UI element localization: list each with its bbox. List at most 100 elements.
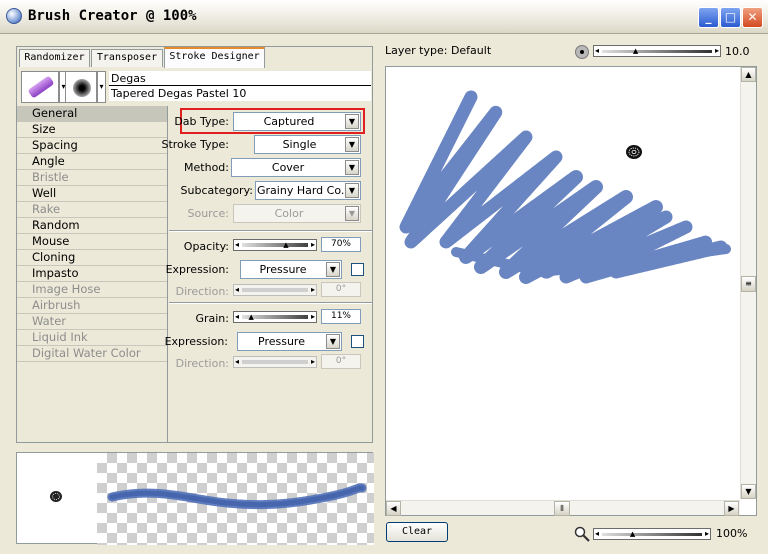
stroke-type-row: Stroke Type: Single ▼ [161,135,372,155]
layer-type-label: Layer type: Default [385,44,492,57]
grain-expression-label: Expression: [164,335,228,348]
source-value: Color [274,207,304,220]
category-item-water: Water [17,314,167,330]
app-icon [6,8,22,24]
stroke-type-select[interactable]: Single ▼ [254,135,361,154]
brush-category-name[interactable]: Degas [109,71,371,86]
grain-direction-row: Direction: ◂ ▸ 0° [169,354,372,374]
chevron-down-icon[interactable]: ▼ [345,183,359,198]
opacity-expression-value: Pressure [259,263,307,276]
chevron-down-icon[interactable]: ▼ [345,160,359,175]
section-divider [169,230,372,232]
category-item-rake: Rake [17,202,167,218]
brush-settings-panel: Randomizer Transposer Stroke Designer ▾ … [16,46,373,443]
opacity-row: Opacity: ◂ ▲ ▸ 70% [169,237,372,257]
brush-category-icon[interactable] [21,71,59,103]
tab-stroke-designer[interactable]: Stroke Designer [164,47,265,68]
category-item-image-hose: Image Hose [17,282,167,298]
minimize-button[interactable]: _ [698,7,719,28]
category-item-size[interactable]: Size [17,122,167,138]
grain-value[interactable]: 11% [321,309,361,324]
category-item-general[interactable]: General [17,106,167,122]
scroll-up-button[interactable]: ▲ [741,67,756,82]
category-item-spacing[interactable]: Spacing [17,138,167,154]
brush-variant-name[interactable]: Tapered Degas Pastel 10 [109,86,371,101]
opacity-invert-checkbox[interactable] [351,263,364,276]
dab-icon [50,491,62,502]
preview-checkerboard [97,453,374,545]
title-bar: Brush Creator @ 100% _ □ ✕ [0,0,768,34]
category-item-cloning[interactable]: Cloning [17,250,167,266]
source-row: Source: Color ▼ [169,204,372,224]
scroll-left-button[interactable]: ◀ [386,501,401,516]
horizontal-scrollbar[interactable]: ◀ ⦀ ▶ [386,500,740,516]
general-settings: Dab Type: Captured ▼ Stroke Type: Single… [161,106,372,442]
vertical-scroll-thumb[interactable]: ≡ [741,276,756,292]
grain-direction-value: 0° [321,354,361,369]
brush-selector-row: ▾ ▾ Degas Tapered Degas Pastel 10 [21,71,371,103]
chevron-down-icon[interactable]: ▼ [345,137,359,152]
zoom-slider[interactable]: ◂ ▲ ▸ [593,528,711,540]
subcategory-select[interactable]: Grainy Hard Co... ▼ [255,181,361,200]
window-title: Brush Creator @ 100% [28,8,197,24]
subcategory-value: Grainy Hard Co... [257,184,352,197]
category-item-well[interactable]: Well [17,186,167,202]
category-item-random[interactable]: Random [17,218,167,234]
settings-category-list: General Size Spacing Angle Bristle Well … [17,106,168,442]
zoom-slider-thumb[interactable]: ▲ [630,529,635,539]
category-item-mouse[interactable]: Mouse [17,234,167,250]
opacity-slider[interactable]: ◂ ▲ ▸ [233,239,317,251]
tab-randomizer[interactable]: Randomizer [19,49,90,67]
stroke-preview [16,452,374,545]
scroll-down-button[interactable]: ▼ [741,484,756,499]
grain-slider-thumb[interactable]: ▲ [248,312,255,322]
chevron-down-icon[interactable]: ▾ [97,71,106,103]
grain-slider[interactable]: ◂ ▲ ▸ [233,311,317,323]
zoom-icon [574,526,590,542]
opacity-slider-thumb[interactable]: ▲ [283,240,290,250]
opacity-expression-select[interactable]: Pressure ▼ [240,260,342,279]
chevron-down-icon[interactable]: ▼ [326,262,340,277]
opacity-value[interactable]: 70% [321,237,361,252]
chevron-down-icon: ▼ [345,206,359,221]
opacity-expression-label: Expression: [165,263,229,276]
brush-size-icon [575,45,589,59]
dab-type-value: Captured [263,115,315,128]
grain-direction-slider: ◂ ▸ [233,356,317,368]
opacity-direction-value: 0° [321,282,361,297]
dab-preview-icon[interactable] [65,71,97,103]
method-select[interactable]: Cover ▼ [231,158,361,177]
category-item-bristle: Bristle [17,170,167,186]
chevron-down-icon[interactable]: ▼ [345,114,359,129]
close-button[interactable]: ✕ [742,7,763,28]
stroke-type-value: Single [282,138,317,151]
vertical-scrollbar[interactable]: ▲ ≡ ▼ [740,67,756,499]
stroke-type-label: Stroke Type: [161,138,229,151]
subcategory-label: Subcategory: [180,184,253,197]
dab-type-row: Dab Type: Captured ▼ [169,112,372,132]
preview-stroke [107,483,367,510]
category-item-angle[interactable]: Angle [17,154,167,170]
opacity-expression-row: Expression: Pressure ▼ [165,260,372,280]
category-item-liquid-ink: Liquid Ink [17,330,167,346]
grain-expression-select[interactable]: Pressure ▼ [237,332,342,351]
scratch-strokes [399,90,731,284]
source-select: Color ▼ [233,204,361,223]
grain-invert-checkbox[interactable] [351,335,364,348]
brush-size-slider[interactable]: ◂ ▲ ▸ [593,45,721,57]
maximize-button[interactable]: □ [720,7,741,28]
grain-row: Grain: ◂ ▲ ▸ 11% [169,309,372,329]
scroll-right-button[interactable]: ▶ [724,501,739,516]
chevron-down-icon[interactable]: ▼ [326,334,340,349]
clear-button[interactable]: Clear [386,522,448,542]
method-row: Method: Cover ▼ [169,158,372,178]
tab-transposer[interactable]: Transposer [91,49,163,67]
grain-expression-row: Expression: Pressure ▼ [165,332,372,352]
horizontal-scroll-thumb[interactable]: ⦀ [554,501,570,516]
category-item-airbrush: Airbrush [17,298,167,314]
brush-size-value: 10.0 [725,45,750,58]
scratch-pad-canvas[interactable] [385,66,757,516]
brush-size-slider-thumb[interactable]: ▲ [633,46,638,56]
category-item-impasto[interactable]: Impasto [17,266,167,282]
dab-type-select[interactable]: Captured ▼ [233,112,361,131]
